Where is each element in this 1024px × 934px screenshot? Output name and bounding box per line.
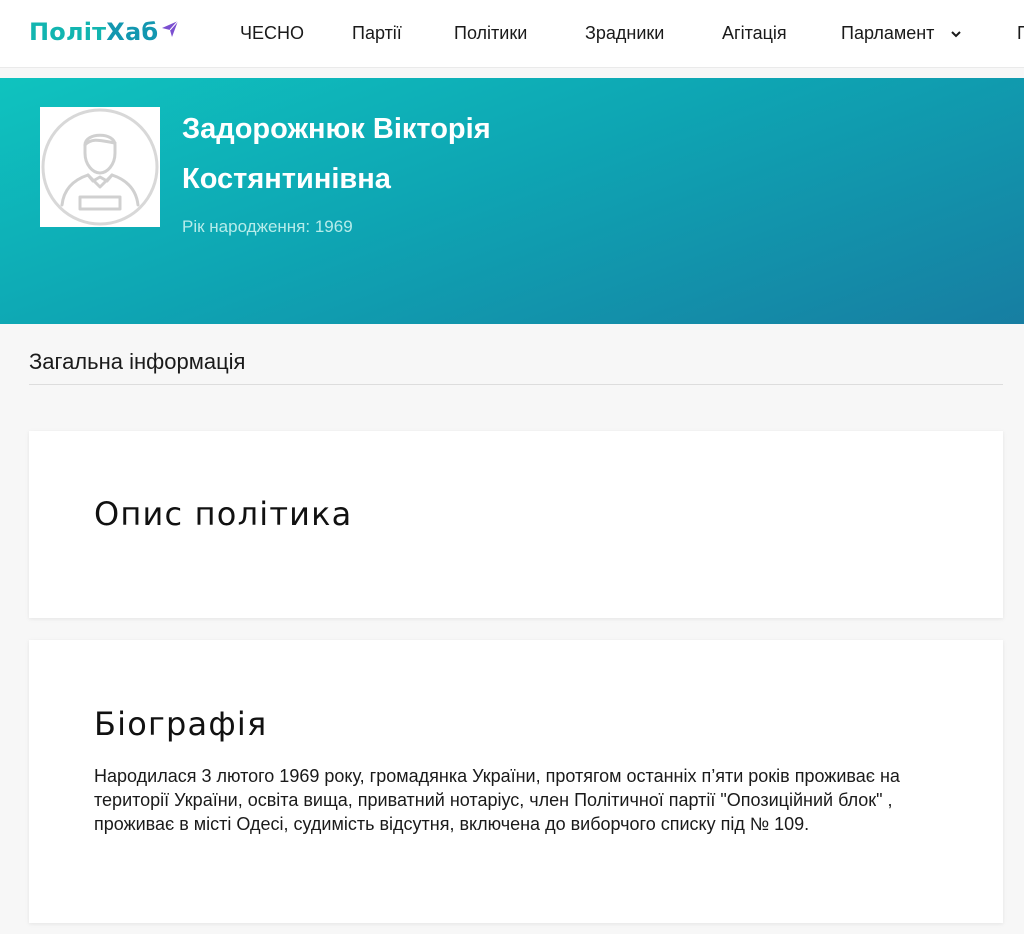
politician-name: Задорожнюк Вікторія Костянтинівна [182,104,702,204]
biography-card: Біографія Народилася 3 лютого 1969 року,… [29,640,1003,923]
brand-logo[interactable]: Політ Хаб [29,16,179,48]
nav-item-traitors[interactable]: Зрадники [585,21,664,45]
biography-text: Народилася 3 лютого 1969 року, громадянк… [94,766,900,834]
nav-item-chesno[interactable]: ЧЕСНО [240,21,304,45]
profile-header: Задорожнюк Вікторія Костянтинівна Рік на… [0,78,1024,324]
birth-year: Рік народження: 1969 [182,217,353,236]
description-card: Опис політика [29,431,1003,618]
section-title: Загальна інформація [29,349,246,374]
avatar [40,107,160,227]
nav-item-more[interactable]: П [1017,21,1024,45]
politician-name-line2: Костянтинівна [182,163,391,195]
nav-item-parliament-label: Парламент [841,23,935,43]
top-navbar: Політ Хаб ЧЕСНО Партії Політики Зрадники … [0,0,1024,68]
chevron-down-icon [951,31,962,38]
section-divider [29,384,1003,385]
nav-item-parties[interactable]: Партії [352,21,402,45]
nav-item-agitation[interactable]: Агітація [722,21,787,45]
politician-name-line1: Задорожнюк Вікторія [182,113,491,145]
brand-logo-part2: Хаб [106,18,159,46]
biography-title: Біографія [94,705,268,743]
description-title: Опис політика [94,495,353,533]
send-arrow-icon [162,20,179,37]
nav-item-parliament[interactable]: Парламент [841,21,962,45]
brand-logo-part1: Політ [29,18,107,46]
nav-item-politicians[interactable]: Політики [454,21,527,45]
user-placeholder-icon [41,108,159,226]
